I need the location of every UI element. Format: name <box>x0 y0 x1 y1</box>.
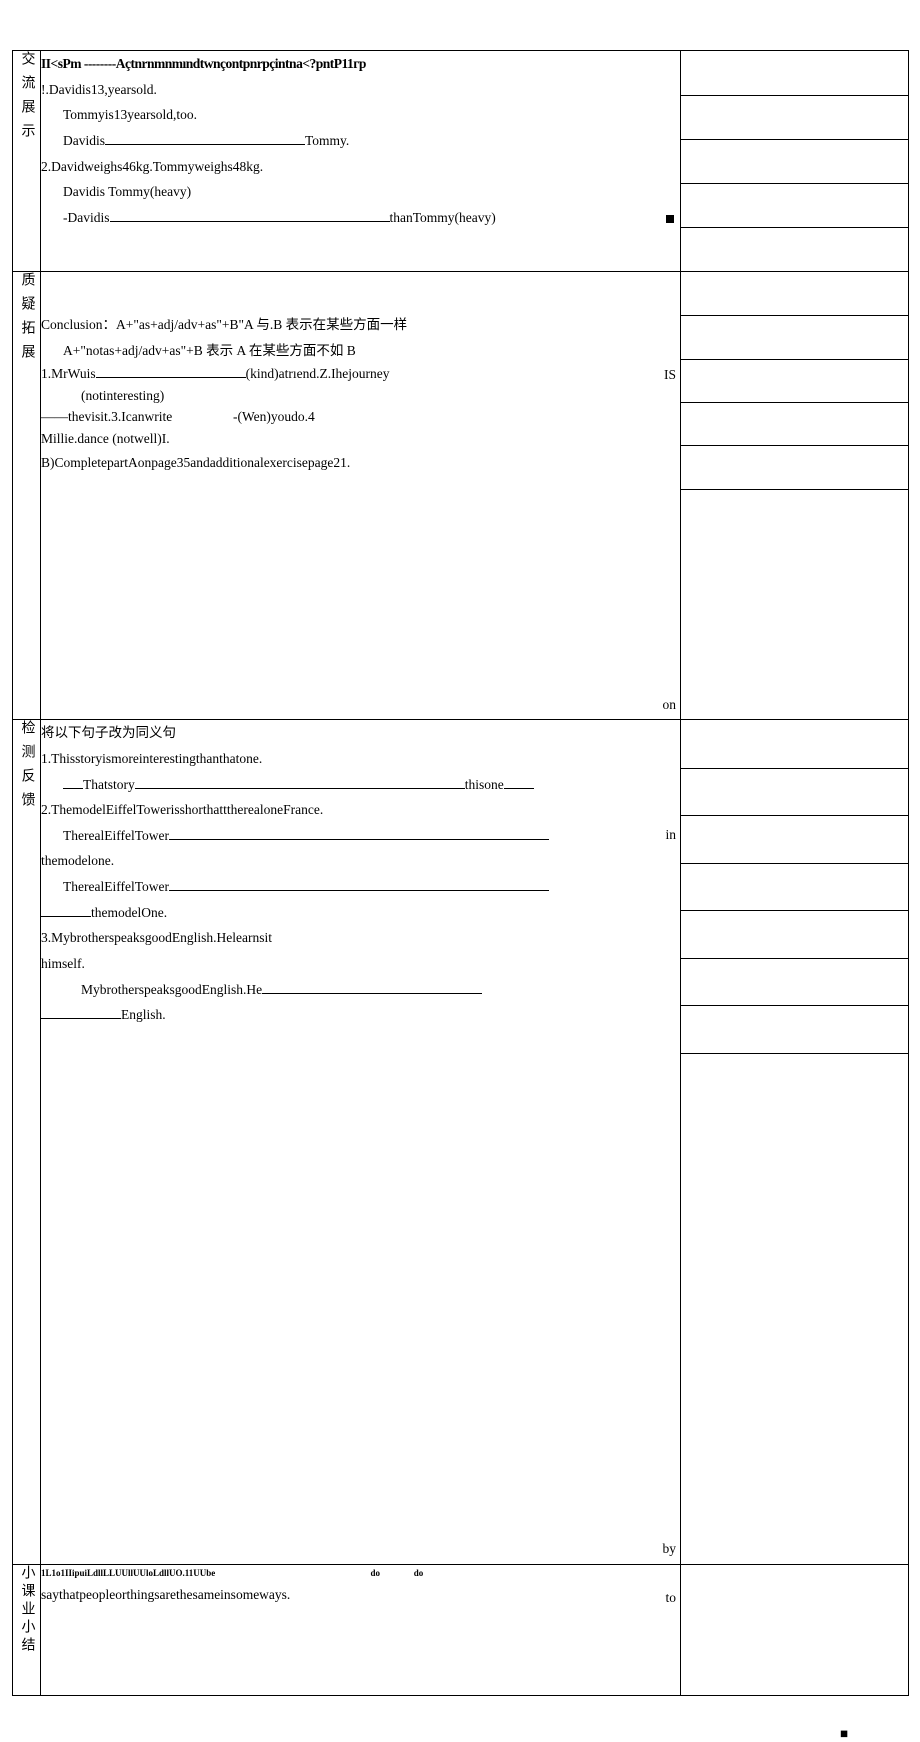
side-column <box>681 272 909 720</box>
side-cell <box>681 315 908 358</box>
side-cell <box>681 183 908 227</box>
content-line: 2.ThemodelEiffelTowerisshorthatttherealo… <box>41 797 680 823</box>
side-cell <box>681 863 908 911</box>
side-cell <box>681 1053 908 1101</box>
content-line: -DavidisthanTommy(heavy) <box>41 205 680 231</box>
side-word: on <box>663 692 677 718</box>
content-line: 3.MybrotherspeaksgoodEnglish.Helearnsit <box>41 925 680 951</box>
content-line: MybrotherspeaksgoodEnglish.He <box>41 977 680 1003</box>
section-label-cell: 小课业小结 <box>13 1564 41 1695</box>
content-line: 将以下句子改为同义句 <box>41 720 680 746</box>
side-cell <box>681 489 908 532</box>
section-label: 检测反馈 <box>17 720 37 816</box>
side-word: in <box>665 822 676 848</box>
content-line: themodelOne. <box>41 900 680 926</box>
content-line: !.Davidis13,yearsold. <box>41 77 680 103</box>
content-line: DavidisTommy. <box>41 128 680 154</box>
side-word: IS <box>664 362 676 388</box>
content-line: 1L1o1IIipuiLdllLLUUllUUloLdllUO.11UUbe d… <box>41 1565 680 1582</box>
section-label-cell: 质疑拓展 <box>13 272 41 720</box>
section-label-cell: 检测反馈 <box>13 720 41 1564</box>
content-line: (notinteresting) <box>41 385 680 407</box>
section-row: 小课业小结 to 1L1o1IIipuiLdllLLUUllUUloLdllUO.1… <box>13 1564 909 1695</box>
content-line: English. <box>41 1002 680 1028</box>
section-label: 质疑拓展 <box>17 272 37 368</box>
content-line: Davidis Tommy(heavy) <box>41 179 680 205</box>
content-line: 1.Thisstoryismoreinterestingthanthatone. <box>41 746 680 772</box>
side-column <box>681 1564 909 1695</box>
content-line: II<sPm --------Açtnrnmnmındtwnçontpnrpçi… <box>41 51 680 77</box>
content-line: themodelone. <box>41 848 680 874</box>
side-cell <box>681 720 908 768</box>
content-line: TherealEiffelTower <box>41 823 680 849</box>
side-word: to <box>665 1585 676 1611</box>
content-line: 2.Davidweighs46kg.Tommyweighs48kg. <box>41 154 680 180</box>
side-cell <box>681 910 908 958</box>
content-line: saythatpeopleorthingsarethesameinsomeway… <box>41 1582 680 1608</box>
side-cell <box>681 51 908 95</box>
content-line: TherealEiffelTower <box>41 874 680 900</box>
section-content: II<sPm --------Açtnrnmnmındtwnçontpnrpçi… <box>41 51 681 272</box>
side-cell <box>681 445 908 488</box>
content-line: himself. <box>41 951 680 977</box>
content-line: Thatstorythisone <box>41 772 680 798</box>
side-cell <box>681 139 908 183</box>
content-line: ——thevisit.3.Icanwrite -(Wen)youdo.4 <box>41 406 680 428</box>
section-content: in by 将以下句子改为同义句1.Thisstoryismoreinteresti… <box>41 720 681 1564</box>
content-line: 1.MrWuis(kind)atrıend.Z.Ihejourney <box>41 363 680 385</box>
content-line: A+"notas+adj/adv+as"+B 表示 A 在某些方面不如 B <box>41 338 680 364</box>
section-content: to 1L1o1IIipuiLdllLLUUllUUloLdllUO.11UUbe… <box>41 1564 681 1695</box>
content-line: Millie.dance (notwell)I. <box>41 428 680 450</box>
content-line: B)CompletepartAonpage35andadditionalexer… <box>41 450 680 476</box>
section-label: 交流展示 <box>17 51 37 147</box>
page: 交流展示II<sPm --------Açtnrnmnmındtwnçontpn… <box>0 0 920 1742</box>
section-label: 小课业小结 <box>17 1565 37 1655</box>
section-label-cell: 交流展示 <box>13 51 41 272</box>
side-cell <box>681 227 908 271</box>
content-line: Conclusion：A+"as+adj/adv+as"+B"A 与.B 表示在… <box>41 312 680 338</box>
side-cell <box>681 359 908 402</box>
section-row: 检测反馈 in by 将以下句子改为同义句1.Thisstoryismoreinter… <box>13 720 909 1564</box>
side-column <box>681 51 909 272</box>
section-content: IS on Conclusion：A+"as+adj/adv+as"+B"A 与.B… <box>41 272 681 720</box>
footer-mark: ■ <box>12 1696 908 1742</box>
worksheet-table: 交流展示II<sPm --------Açtnrnmnmındtwnçontpn… <box>12 50 909 1696</box>
side-column <box>681 720 909 1564</box>
side-cell <box>681 958 908 1006</box>
side-cell <box>681 1005 908 1053</box>
section-row: 质疑拓展 IS on Conclusion：A+"as+adj/adv+as"+B"A… <box>13 272 909 720</box>
side-cell <box>681 402 908 445</box>
section-row: 交流展示II<sPm --------Açtnrnmnmındtwnçontpn… <box>13 51 909 272</box>
side-cell <box>681 815 908 863</box>
side-cell <box>681 768 908 816</box>
side-cell <box>681 95 908 139</box>
side-word: by <box>663 1536 677 1562</box>
side-cell <box>681 1565 908 1695</box>
content-line: Tommyis13yearsold,too. <box>41 102 680 128</box>
side-cell <box>681 272 908 315</box>
